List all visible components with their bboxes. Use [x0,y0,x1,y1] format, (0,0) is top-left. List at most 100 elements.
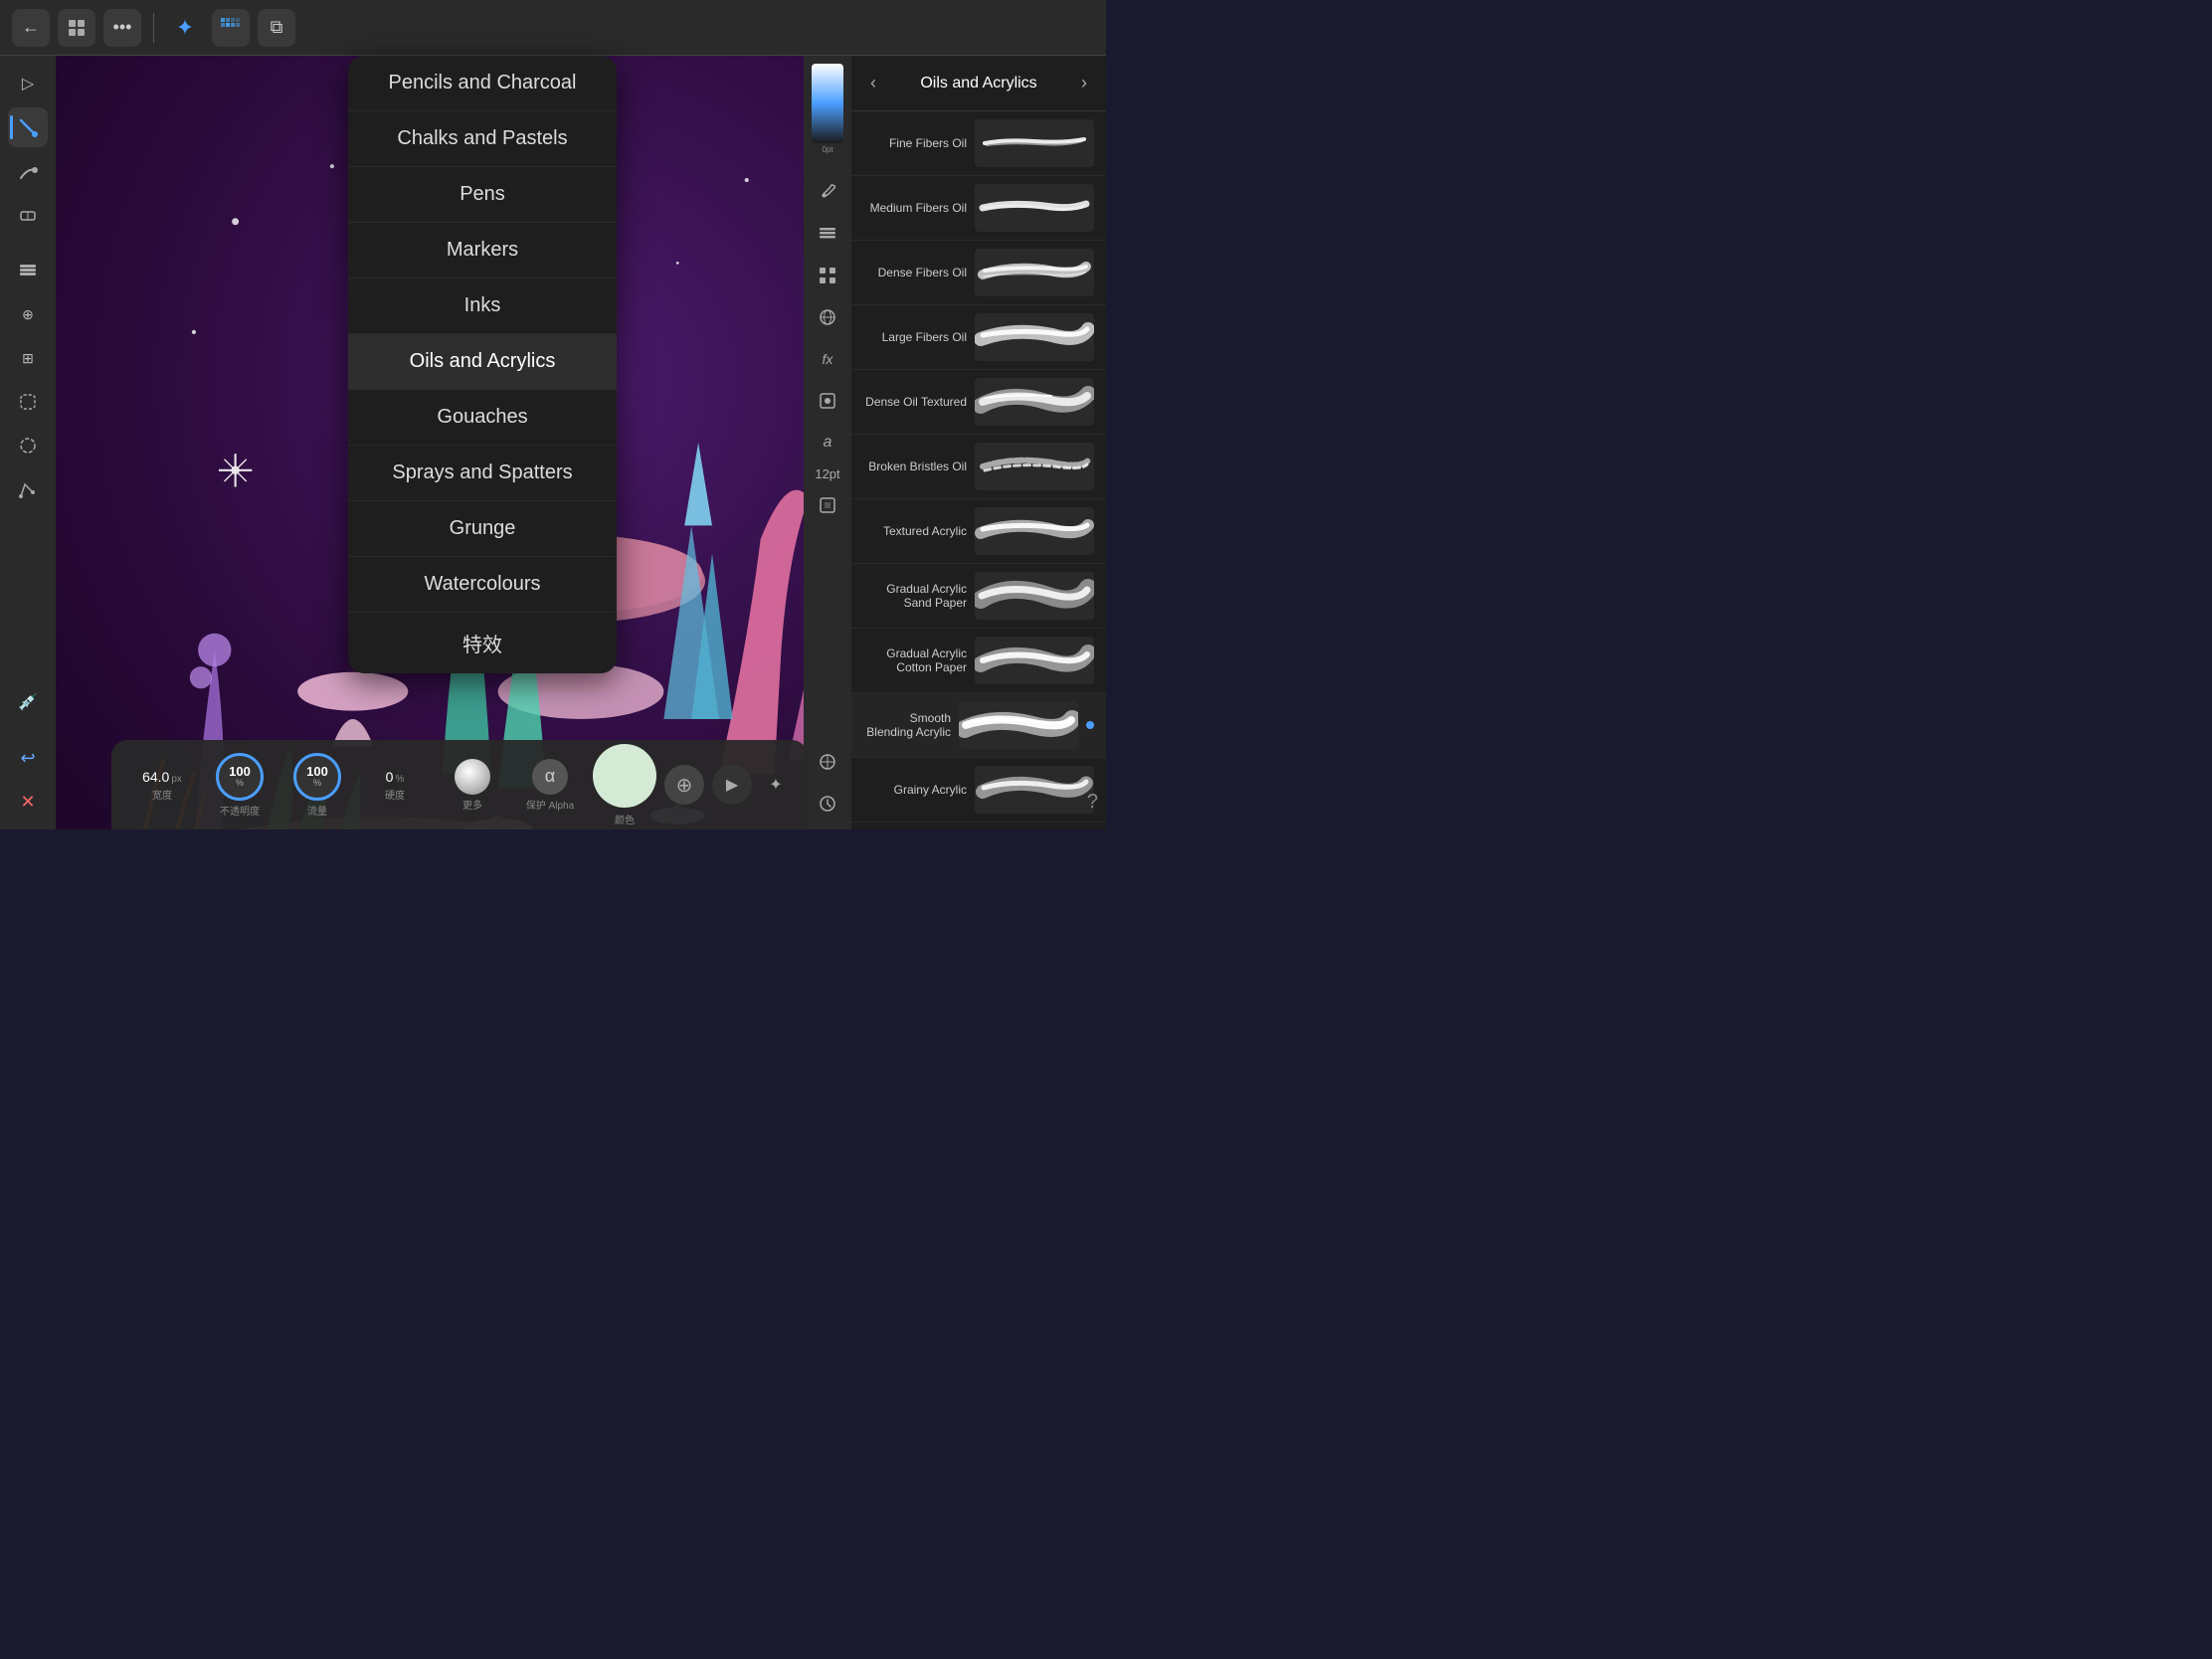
size-control: 64.0 px 宽度 [127,769,197,802]
smudge-tool[interactable] [8,151,48,191]
hardness-label: 硬度 [385,787,405,802]
brush-tool[interactable] [8,107,48,147]
brush-item[interactable]: Grainy Acrylic [851,758,1106,823]
brush-name: Fine Fibers Oil [863,136,967,150]
app-logo-button[interactable]: ✦ [166,9,204,47]
category-item[interactable]: Watercolours [348,557,617,613]
eyedropper-right-btn[interactable] [810,174,845,210]
transform-right-btn[interactable] [810,744,845,780]
right-tools: 0pt fx a 12pt [804,56,851,830]
size-value: 64.0 [142,769,169,785]
opacity-label: 不透明度 [220,803,260,818]
brush-panel: 画笔 ‹ Oils and Acrylics › Fine Fibers Oil [851,0,1106,830]
brush-preview [975,443,1094,490]
lasso-tool[interactable] [8,426,48,465]
brush-item[interactable]: Gradual Acrylic Cotton Paper [851,629,1106,693]
font-size-display: 12pt [815,466,839,481]
adjustments-tool[interactable]: ⊕ [8,294,48,334]
next-category-btn[interactable]: › [1070,70,1098,97]
brush-preview [975,249,1094,296]
opacity-control[interactable]: 100 % 不透明度 [205,753,275,818]
play-button[interactable]: ▶ [712,765,752,805]
brush-item[interactable]: Matte Acrylic [851,823,1106,830]
brush-preview [975,313,1094,361]
category-item[interactable]: Gouaches [348,390,617,446]
more-control[interactable]: 更多 [438,759,507,812]
brush-item[interactable]: Dense Fibers Oil [851,241,1106,305]
brush-size-label: 0pt [822,145,832,154]
gallery-button[interactable] [58,9,95,47]
color-swatch[interactable] [593,744,656,808]
reference-right-btn[interactable] [810,383,845,419]
brush-item[interactable]: Textured Acrylic [851,499,1106,564]
eyedropper-tool[interactable]: 💉 [8,682,48,722]
flow-ring[interactable]: 100 % [293,753,341,801]
category-item[interactable]: Grunge [348,501,617,557]
category-item[interactable]: 特效 [348,613,617,673]
opacity-ring[interactable]: 100 % [216,753,264,801]
selection-tool[interactable] [8,382,48,422]
hardness-control: 0 % 硬度 [360,769,430,802]
split-view-button[interactable]: ⧉ [258,9,295,47]
opacity-value: 100 [229,765,251,778]
brush-item[interactable]: Fine Fibers Oil [851,111,1106,176]
brush-item[interactable]: Medium Fibers Oil [851,176,1106,241]
more-label: 更多 [462,797,482,812]
category-item[interactable]: Inks [348,278,617,334]
close-button[interactable]: ✕ [8,782,48,822]
arrow-select-tool[interactable]: ▷ [8,64,48,103]
history-right-btn[interactable] [810,786,845,822]
brush-item[interactable]: Gradual Acrylic Sand Paper [851,564,1106,629]
pixel-art-button[interactable] [212,9,250,47]
color-label: 颜色 [615,812,635,827]
brush-size-slider-track[interactable] [812,64,843,143]
brush-preview [975,507,1094,555]
brush-name: Grainy Acrylic [863,783,967,797]
category-item[interactable]: Markers [348,223,617,278]
category-item[interactable]: Pens [348,167,617,223]
brush-preview [975,119,1094,167]
bottom-controls: 64.0 px 宽度 100 % 不透明度 100 % 流量 0 % [111,740,808,830]
more-button[interactable]: ••• [103,9,141,47]
brush-item[interactable]: Smooth Blending Acrylic [851,693,1106,758]
brush-icon: ✦ [760,769,792,801]
brush-name: Large Fibers Oil [863,330,967,344]
font-right-btn[interactable]: a [810,425,845,461]
globe-right-btn[interactable] [810,299,845,335]
undo-button[interactable]: ↩ [8,738,48,778]
flow-label: 流量 [307,803,327,818]
category-menu: Pencils and CharcoalChalks and PastelsPe… [348,56,617,673]
fx-right-btn[interactable]: fx [810,341,845,377]
top-toolbar: ← ••• ✦ ⧉ [0,0,1106,56]
eraser-tool[interactable] [8,195,48,235]
brush-list[interactable]: Fine Fibers Oil Medium Fibers Oil Dense … [851,111,1106,830]
left-sidebar: ▷ ⊕ ⊞ 💉 ↩ ✕ [0,56,56,830]
pen-curve-tool[interactable] [8,469,48,509]
transform-tool[interactable]: ⊞ [8,338,48,378]
layers-tool[interactable] [8,251,48,290]
layers-right-btn[interactable] [810,216,845,252]
category-item[interactable]: Oils and Acrylics [348,334,617,390]
alpha-control[interactable]: α 保护 Alpha [515,759,585,812]
brush-preview [975,637,1094,684]
brush-name: Gradual Acrylic Cotton Paper [863,646,967,674]
mask-right-btn[interactable] [810,487,845,523]
alpha-label: 保护 Alpha [526,797,574,812]
flow-control[interactable]: 100 % 流量 [282,753,352,818]
category-item[interactable]: Sprays and Spatters [348,446,617,501]
brush-preview [975,572,1094,620]
category-item[interactable]: Chalks and Pastels [348,111,617,167]
grid-right-btn[interactable] [810,258,845,293]
brush-hardness-dot [455,759,490,795]
brush-item[interactable]: Large Fibers Oil [851,305,1106,370]
help-button[interactable]: ? [1087,791,1098,814]
prev-category-btn[interactable]: ‹ [859,70,887,97]
back-button[interactable]: ← [12,9,50,47]
category-item[interactable]: Pencils and Charcoal [348,56,617,111]
brush-name: Medium Fibers Oil [863,201,967,215]
brush-preview [975,184,1094,232]
target-button[interactable]: ⊕ [664,765,704,805]
alpha-button[interactable]: α [532,759,568,795]
brush-item[interactable]: Dense Oil Textured [851,370,1106,435]
brush-item[interactable]: Broken Bristles Oil [851,435,1106,499]
